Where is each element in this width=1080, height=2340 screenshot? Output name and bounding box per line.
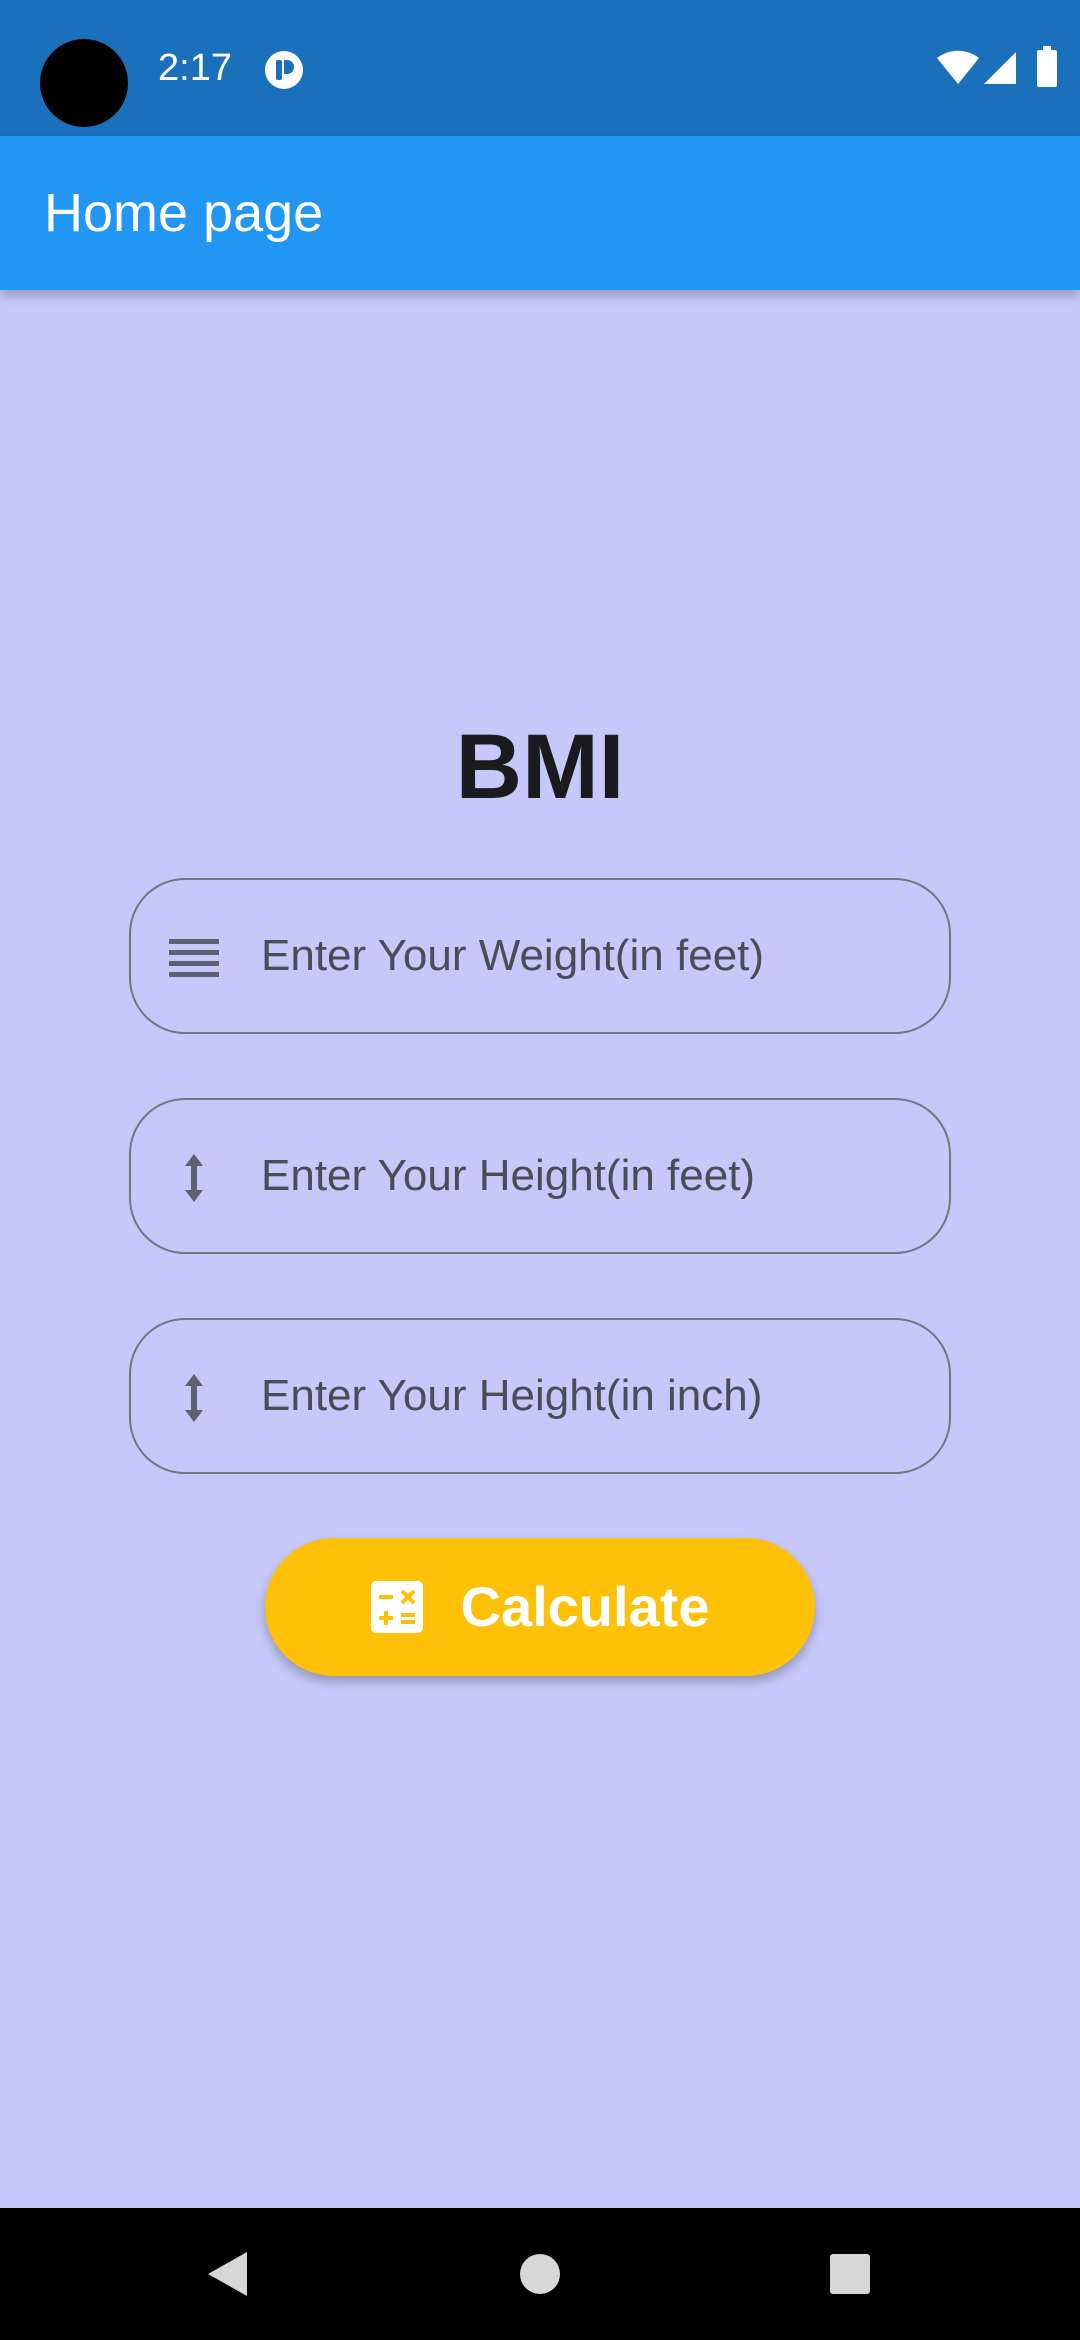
signal-icon (984, 52, 1016, 84)
app-bar-title: Home page (44, 183, 324, 243)
status-time: 2:17 (158, 47, 232, 89)
height-inch-field[interactable] (129, 1318, 951, 1474)
height-feet-input[interactable] (261, 1100, 921, 1252)
height-arrow-icon (185, 1374, 203, 1422)
wifi-icon (937, 50, 979, 84)
height-arrow-icon (185, 1154, 203, 1202)
notification-icon (265, 51, 303, 89)
app-bar: Home page (0, 136, 1080, 290)
battery-icon (1037, 46, 1057, 87)
navigation-bar (0, 2208, 1080, 2340)
recents-icon[interactable] (830, 2254, 870, 2294)
calculator-icon (370, 1581, 423, 1633)
weight-field[interactable] (129, 878, 951, 1034)
calculate-button[interactable]: Calculate (265, 1538, 815, 1676)
home-icon[interactable] (520, 2254, 560, 2294)
camera-cutout (40, 39, 128, 127)
calculate-button-label: Calculate (460, 1575, 710, 1638)
back-icon[interactable] (205, 2250, 249, 2298)
height-feet-field[interactable] (129, 1098, 951, 1254)
weight-input[interactable] (261, 880, 921, 1032)
status-bar: 2:17 (0, 0, 1080, 136)
weight-lines-icon (169, 939, 219, 977)
page-heading: BMI (455, 716, 625, 818)
height-inch-input[interactable] (261, 1320, 921, 1472)
